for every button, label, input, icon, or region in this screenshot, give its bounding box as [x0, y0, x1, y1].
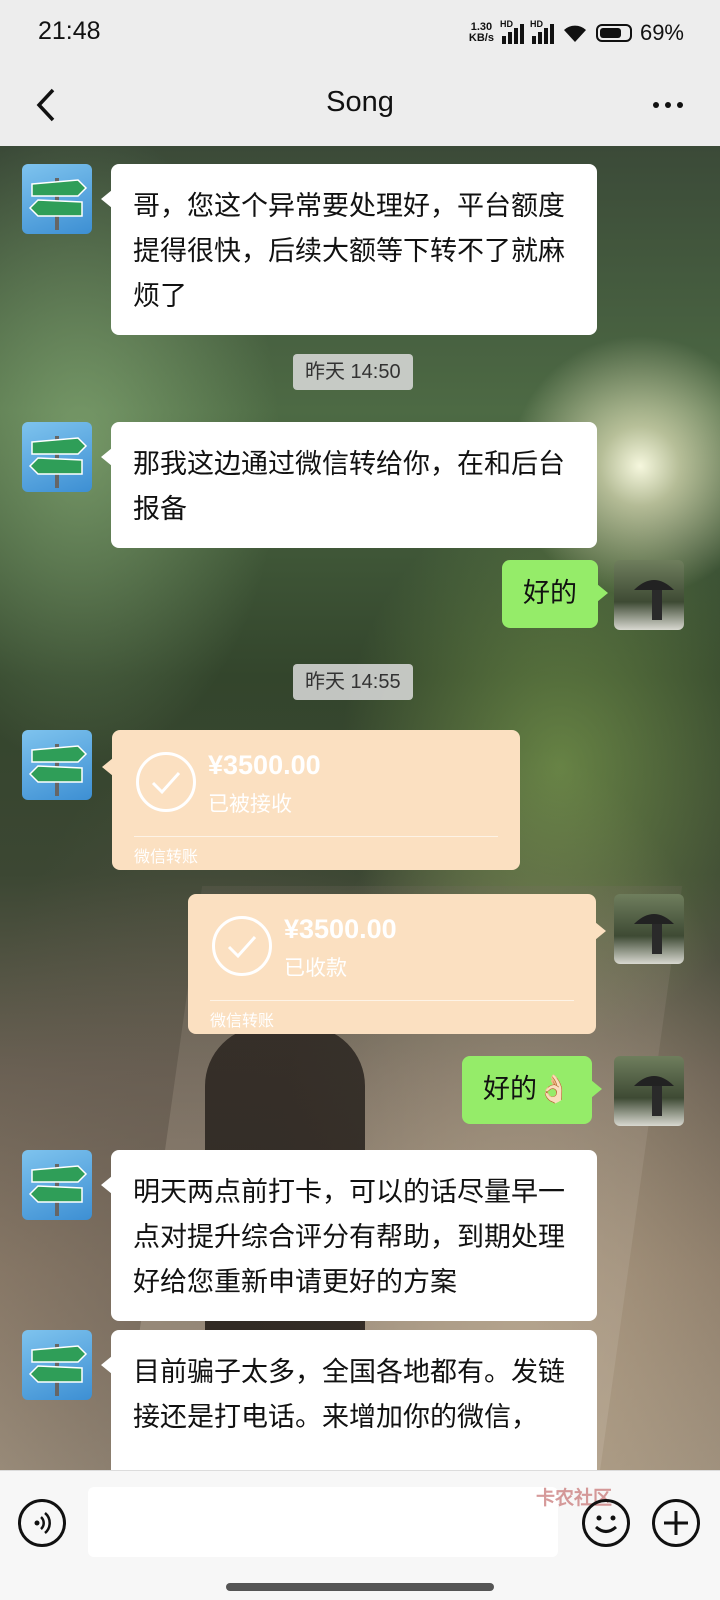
check-circle-icon	[136, 752, 196, 812]
transfer-amount: ¥3500.00	[284, 914, 397, 944]
avatar-self[interactable]	[614, 560, 684, 630]
more-options-button[interactable]	[640, 80, 696, 130]
voice-input-button[interactable]	[18, 1499, 66, 1547]
message-timestamp: 昨天 14:55	[293, 664, 413, 700]
avatar-contact[interactable]	[22, 1330, 92, 1400]
dot-icon	[677, 102, 683, 108]
home-indicator[interactable]	[226, 1583, 494, 1591]
wifi-icon	[563, 25, 586, 42]
dot-icon	[665, 102, 671, 108]
heaven-hell-sign-icon	[28, 744, 88, 796]
more-actions-button[interactable]	[652, 1499, 700, 1547]
message-bubble-self[interactable]: 好的	[502, 560, 608, 628]
umbrella-photo-icon	[634, 914, 674, 954]
message-bubble[interactable]: 明天两点前打卡，可以的话尽量早一点对提升综合评分有帮助，到期处理好给您重新申请更…	[101, 1150, 597, 1321]
chat-title: Song	[326, 86, 394, 118]
heaven-hell-sign-icon	[28, 436, 88, 488]
status-indicators: 1.30 KB/s HD HD 69%	[468, 19, 684, 46]
avatar-self[interactable]	[614, 894, 684, 964]
transfer-status: 已收款	[284, 956, 347, 980]
message-bubble[interactable]: 哥，您这个异常要处理好，平台额度提得很快，后续大额等下转不了就麻烦了	[101, 164, 597, 335]
message-timestamp: 昨天 14:50	[293, 354, 413, 390]
network-speed: 1.30 KB/s	[468, 21, 494, 44]
avatar-contact[interactable]	[22, 422, 92, 492]
transfer-type: 微信转账	[134, 847, 199, 866]
smile-icon	[594, 1515, 618, 1533]
message-input[interactable]	[88, 1487, 558, 1557]
transfer-amount: ¥3500.00	[208, 750, 321, 780]
transfer-status: 已被接收	[208, 792, 292, 816]
avatar-contact[interactable]	[22, 164, 92, 234]
avatar-contact[interactable]	[22, 1150, 92, 1220]
input-bar: 卡农社区	[0, 1470, 720, 1600]
signal-icon-2: HD	[530, 19, 554, 44]
divider	[210, 1000, 574, 1001]
chat-messages[interactable]: 哥，您这个异常要处理好，平台额度提得很快，后续大额等下转不了就麻烦了 昨天 14…	[0, 146, 720, 1470]
voice-icon	[34, 1512, 51, 1534]
battery-icon	[595, 24, 632, 42]
transfer-card[interactable]: ¥3500.00 已被接收 微信转账	[102, 730, 520, 870]
emoji-button[interactable]	[582, 1499, 630, 1547]
avatar-contact[interactable]	[22, 730, 92, 800]
message-bubble[interactable]: 那我这边通过微信转给你，在和后台报备	[101, 422, 597, 548]
heaven-hell-sign-icon	[28, 178, 88, 230]
transfer-type: 微信转账	[210, 1011, 275, 1030]
status-bar: 21:48 1.30 KB/s HD HD 69%	[0, 0, 720, 66]
check-circle-icon	[212, 916, 272, 976]
battery-percent: 69%	[639, 20, 684, 45]
message-bubble-self[interactable]: 好的👌🏻	[462, 1056, 602, 1124]
chat-header: Song	[0, 66, 720, 146]
avatar-self[interactable]	[614, 1056, 684, 1126]
dot-icon	[653, 102, 659, 108]
transfer-card-self[interactable]: ¥3500.00 已收款 微信转账	[188, 894, 606, 1034]
umbrella-photo-icon	[634, 580, 674, 620]
heaven-hell-sign-icon	[28, 1164, 88, 1216]
divider	[134, 836, 498, 837]
status-time: 21:48	[38, 17, 101, 45]
heaven-hell-sign-icon	[28, 1344, 88, 1396]
message-bubble[interactable]: 目前骗子太多，全国各地都有。发链接还是打电话。来增加你的微信，	[101, 1330, 597, 1470]
umbrella-photo-icon	[634, 1076, 674, 1116]
signal-icon: HD	[500, 19, 524, 44]
